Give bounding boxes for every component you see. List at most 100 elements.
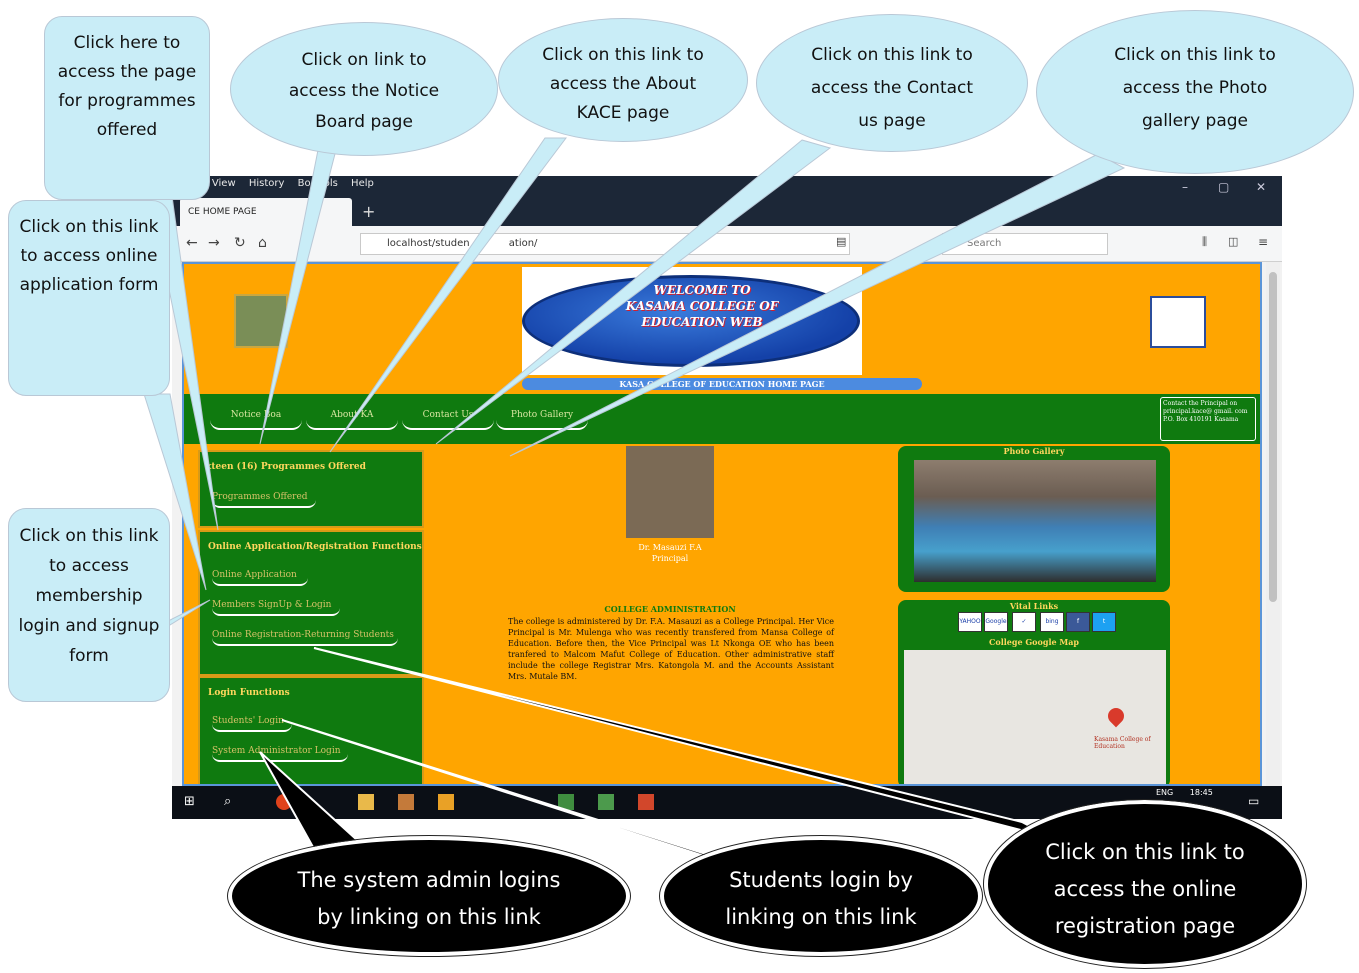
windows-start-icon[interactable]: ⊞	[184, 794, 200, 810]
reader-view-icon[interactable]: ▤	[836, 235, 846, 248]
maximize-button[interactable]: ▢	[1218, 180, 1229, 194]
callout-contact: Click on this link to access the Contact…	[756, 14, 1028, 152]
scrollbar-thumb[interactable]	[1269, 272, 1277, 602]
members-signup-login-link[interactable]: Members SignUp & Login	[212, 600, 340, 616]
url-text-tail: ation/	[508, 238, 538, 249]
gallery-photo[interactable]	[914, 460, 1156, 582]
browser-titlebar: it View History Bo ols Help CE HOME PAGE…	[172, 176, 1282, 226]
notifications-icon[interactable]: ▭	[1248, 794, 1264, 810]
google-map-title: College Google Map	[989, 637, 1079, 647]
search-icon: ⌕	[950, 237, 956, 248]
nav-notice-board[interactable]: Notice Boa	[210, 410, 302, 430]
callout-gallery: Click on this link to access the Photo g…	[1036, 10, 1354, 174]
url-text: localhost/studen	[387, 238, 470, 249]
system-admin-login-link[interactable]: System Administrator Login	[212, 746, 348, 762]
forward-icon[interactable]: →	[208, 235, 220, 251]
online-functions-panel: Online Application/Registration Function…	[198, 530, 424, 676]
home-icon[interactable]: ⌂	[258, 235, 267, 251]
minimize-button[interactable]: –	[1182, 180, 1188, 194]
browser-tab[interactable]: CE HOME PAGE	[180, 198, 352, 226]
principal-caption: Dr. Masauzi F.A Principal	[604, 542, 736, 564]
callout-application: Click on this link to access online appl…	[8, 200, 170, 396]
browser-window: it View History Bo ols Help CE HOME PAGE…	[172, 176, 1282, 819]
nav-about-kace[interactable]: About KA	[306, 410, 398, 430]
menu-item-history[interactable]: History	[249, 178, 285, 189]
kace-home-page: WELCOME TO KASAMA COLLEGE OF EDUCATION W…	[182, 262, 1262, 786]
callout-notice: Click on link to access the Notice Board…	[230, 22, 498, 156]
close-button[interactable]: ✕	[1256, 180, 1266, 194]
twitter-link-icon[interactable]: t	[1092, 612, 1116, 632]
excel-taskbar-icon[interactable]	[558, 794, 574, 810]
login-functions-title: Login Functions	[208, 688, 290, 698]
menu-item-view[interactable]: View	[212, 178, 236, 189]
clock[interactable]: 18:45	[1190, 788, 1213, 797]
search-taskbar-icon[interactable]: ⌕	[224, 794, 240, 810]
reload-icon[interactable]: ↻	[234, 235, 246, 251]
page-scrollbar[interactable]	[1266, 262, 1280, 786]
principal-name: Dr. Masauzi F.A	[638, 543, 702, 552]
programmes-panel: xteen (16) Programmes Offered Programmes…	[198, 450, 424, 528]
menu-item-help[interactable]: Help	[351, 178, 374, 189]
app-taskbar-icon[interactable]	[398, 794, 414, 810]
college-google-map[interactable]: Kasama College of Education	[904, 650, 1166, 784]
tutorial-figure: it View History Bo ols Help CE HOME PAGE…	[0, 0, 1359, 973]
online-application-link[interactable]: Online Application	[212, 570, 308, 586]
administration-text: The college is administered by Dr. F.A. …	[508, 617, 834, 681]
callout-programmes: Click here to access the page for progra…	[44, 16, 210, 200]
main-nav: Notice Boa About KA Contact Us Photo Gal…	[184, 394, 1260, 444]
firefox-taskbar-icon[interactable]	[276, 794, 292, 810]
facebook-link-icon[interactable]: f	[1066, 612, 1090, 632]
administration-heading: COLLEGE ADMINISTRATION	[604, 604, 736, 614]
shield-link-icon[interactable]: ✓	[1012, 612, 1036, 632]
welcome-banner: WELCOME TO KASAMA COLLEGE OF EDUCATION W…	[522, 267, 862, 375]
college-logo-icon	[1150, 296, 1206, 348]
programmes-offered-link[interactable]: Programmes Offered	[212, 492, 316, 508]
search-input[interactable]: ⌕ Search	[942, 233, 1108, 255]
menu-item-tools[interactable]: ols	[324, 178, 338, 189]
banner-text: WELCOME TO KASAMA COLLEGE OF EDUCATION W…	[625, 283, 779, 329]
online-registration-link[interactable]: Online Registration-Returning Students	[212, 630, 398, 646]
photo-gallery-panel: Photo Gallery	[898, 446, 1170, 592]
vital-links-panel: Vital Links YAHOO Google ✓ bing f t Coll…	[898, 600, 1170, 784]
photo-gallery-title: Photo Gallery	[1003, 446, 1065, 456]
menu-item-bookmarks[interactable]: Bo	[298, 178, 311, 189]
nav-contact-us[interactable]: Contact Us	[402, 410, 494, 430]
powerpoint-taskbar-icon[interactable]	[638, 794, 654, 810]
library-icon[interactable]: ⫼	[1202, 235, 1207, 249]
browser-toolbar: ← → ↻ ⌂ localhost/studen ation/ ▤ ⌕ Sear…	[172, 226, 1282, 262]
callout-registration: Click on this link to access the online …	[983, 799, 1307, 969]
bing-link-icon[interactable]: bing	[1040, 612, 1064, 632]
callout-membership: Click on this link to access membership …	[8, 508, 170, 702]
file-explorer-taskbar-icon[interactable]	[358, 794, 374, 810]
callout-students: Students login by linking on this link	[659, 835, 983, 957]
yahoo-link-icon[interactable]: YAHOO	[958, 612, 982, 632]
publisher-taskbar-icon[interactable]	[598, 794, 614, 810]
zambia-coat-of-arms-icon	[234, 294, 288, 348]
programmes-panel-title: xteen (16) Programmes Offered	[206, 462, 366, 472]
url-bar[interactable]: localhost/studen ation/	[360, 233, 850, 255]
nav-photo-gallery[interactable]: Photo Gallery	[496, 410, 588, 430]
online-functions-title: Online Application/Registration Function…	[208, 542, 422, 552]
callout-sysadmin: The system admin logins by linking on th…	[227, 835, 631, 957]
students-login-link[interactable]: Students' Login	[212, 716, 292, 732]
new-tab-button[interactable]: +	[362, 202, 375, 221]
map-pin-icon	[1104, 704, 1128, 728]
login-functions-panel: Login Functions Students' Login System A…	[198, 676, 424, 784]
search-placeholder: Search	[967, 238, 1002, 249]
principal-contact-box: Contact the Principal on principal.kace@…	[1160, 397, 1256, 441]
vital-links-title: Vital Links	[1009, 601, 1059, 611]
google-link-icon[interactable]: Google	[984, 612, 1008, 632]
callout-about: Click on this link to access the About K…	[498, 18, 748, 142]
home-page-strip: KASA COLLEGE OF EDUCATION HOME PAGE	[522, 378, 922, 390]
sidebar-icon[interactable]: ◫	[1228, 235, 1238, 248]
back-icon[interactable]: ←	[186, 235, 198, 251]
principal-photo	[626, 446, 714, 538]
principal-title: Principal	[651, 554, 689, 563]
menu-bar: it View History Bo ols Help	[192, 178, 384, 192]
system-tray: ENG 18:45	[1156, 788, 1213, 797]
xampp-taskbar-icon[interactable]	[438, 794, 454, 810]
menu-icon[interactable]: ≡	[1258, 235, 1268, 249]
map-place-label: Kasama College of Education	[1094, 736, 1151, 750]
tab-title: CE HOME PAGE	[188, 207, 257, 217]
language-indicator[interactable]: ENG	[1156, 788, 1173, 797]
